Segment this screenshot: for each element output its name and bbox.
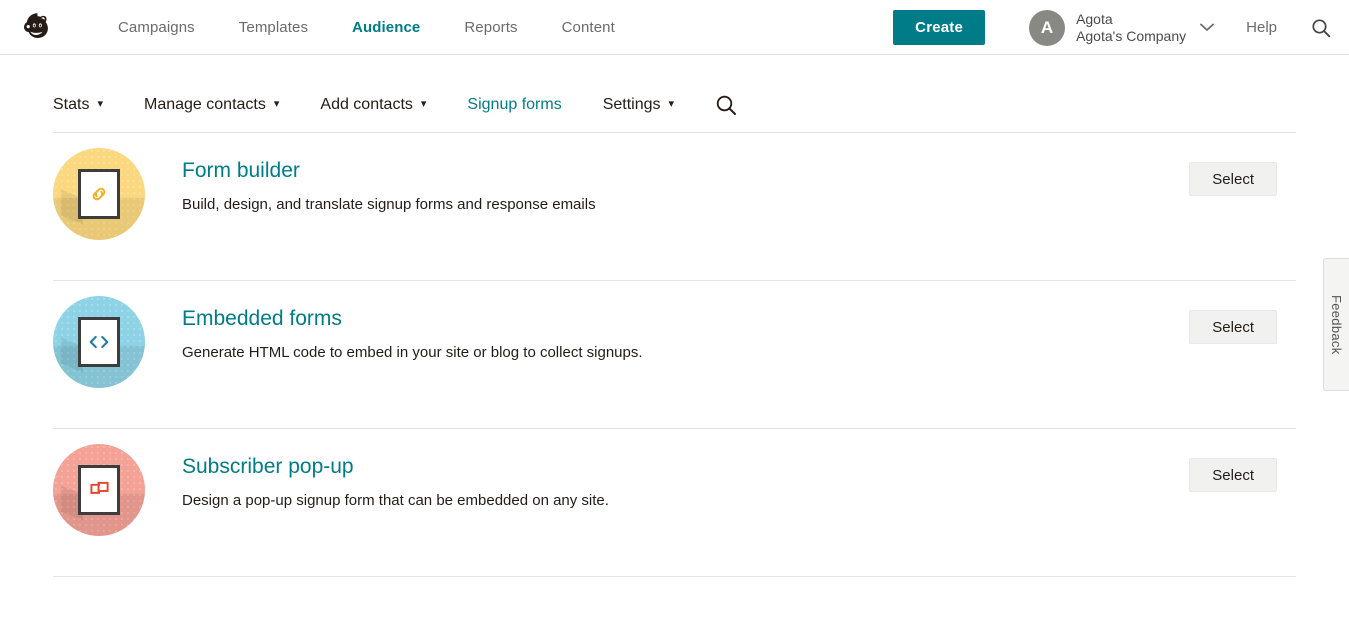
header-right-cluster: Create A Agota Agota's Company Help [893,0,1349,55]
nav-item-campaigns[interactable]: Campaigns [96,13,217,42]
account-name: Agota [1076,11,1186,28]
subnav-item-signup-forms[interactable]: Signup forms [467,96,561,114]
list-item-body: Subscriber pop-up Design a pop-up signup… [182,442,1189,511]
search-icon[interactable] [1311,18,1331,38]
select-button[interactable]: Select [1189,458,1277,492]
list-item-action: Select [1189,146,1296,196]
subnav-item-manage-contacts[interactable]: Manage contacts ▾ [144,96,279,114]
feedback-tab[interactable]: Feedback [1323,258,1349,391]
nav-item-content[interactable]: Content [540,13,637,42]
main-navigation: Campaigns Templates Audience Reports Con… [96,13,637,42]
chevron-down-icon: ▾ [97,99,103,110]
list-item-description: Design a pop-up signup form that can be … [182,491,1189,511]
icon-card [78,317,120,367]
feedback-tab-label: Feedback [1329,295,1344,355]
mailchimp-freddie-logo[interactable] [14,5,58,49]
list-item-description: Build, design, and translate signup form… [182,195,1189,215]
list-item-description: Generate HTML code to embed in your site… [182,343,1189,363]
list-item: Subscriber pop-up Design a pop-up signup… [53,429,1296,577]
top-header: Campaigns Templates Audience Reports Con… [0,0,1349,55]
icon-card [78,465,120,515]
help-link[interactable]: Help [1246,19,1277,36]
subnav-label: Settings [603,96,661,114]
list-item: Form builder Build, design, and translat… [53,133,1296,281]
icon-card [78,169,120,219]
list-item-body: Embedded forms Generate HTML code to emb… [182,294,1189,363]
search-icon[interactable] [715,94,737,116]
code-brackets-icon [53,296,145,388]
account-text: Agota Agota's Company [1076,11,1186,45]
subnav-item-stats[interactable]: Stats ▾ [53,96,103,114]
subnav-label: Manage contacts [144,96,266,114]
chevron-down-icon: ▾ [421,99,427,110]
subnav-item-settings[interactable]: Settings ▾ [603,96,674,114]
chevron-down-icon [1200,22,1214,34]
account-company: Agota's Company [1076,28,1186,45]
nav-item-templates[interactable]: Templates [217,13,330,42]
embedded-forms-title-link[interactable]: Embedded forms [182,307,342,331]
link-chain-icon [53,148,145,240]
content-area: Stats ▾ Manage contacts ▾ Add contacts ▾… [0,55,1349,577]
list-item-action: Select [1189,442,1296,492]
popup-windows-icon [53,444,145,536]
nav-item-reports[interactable]: Reports [442,13,539,42]
subscriber-popup-title-link[interactable]: Subscriber pop-up [182,455,354,479]
select-button[interactable]: Select [1189,162,1277,196]
account-menu[interactable]: A Agota Agota's Company [1029,10,1214,46]
avatar: A [1029,10,1065,46]
nav-item-audience[interactable]: Audience [330,13,442,42]
list-item-body: Form builder Build, design, and translat… [182,146,1189,215]
select-button[interactable]: Select [1189,310,1277,344]
create-button[interactable]: Create [893,10,985,45]
chevron-down-icon: ▾ [669,99,675,110]
chevron-down-icon: ▾ [274,99,280,110]
audience-subnav: Stats ▾ Manage contacts ▾ Add contacts ▾… [53,55,1296,133]
subnav-label: Stats [53,96,89,114]
form-builder-title-link[interactable]: Form builder [182,159,300,183]
list-item-action: Select [1189,294,1296,344]
subnav-label: Add contacts [320,96,413,114]
subnav-label: Signup forms [467,96,561,114]
list-item: Embedded forms Generate HTML code to emb… [53,281,1296,429]
subnav-item-add-contacts[interactable]: Add contacts ▾ [320,96,426,114]
